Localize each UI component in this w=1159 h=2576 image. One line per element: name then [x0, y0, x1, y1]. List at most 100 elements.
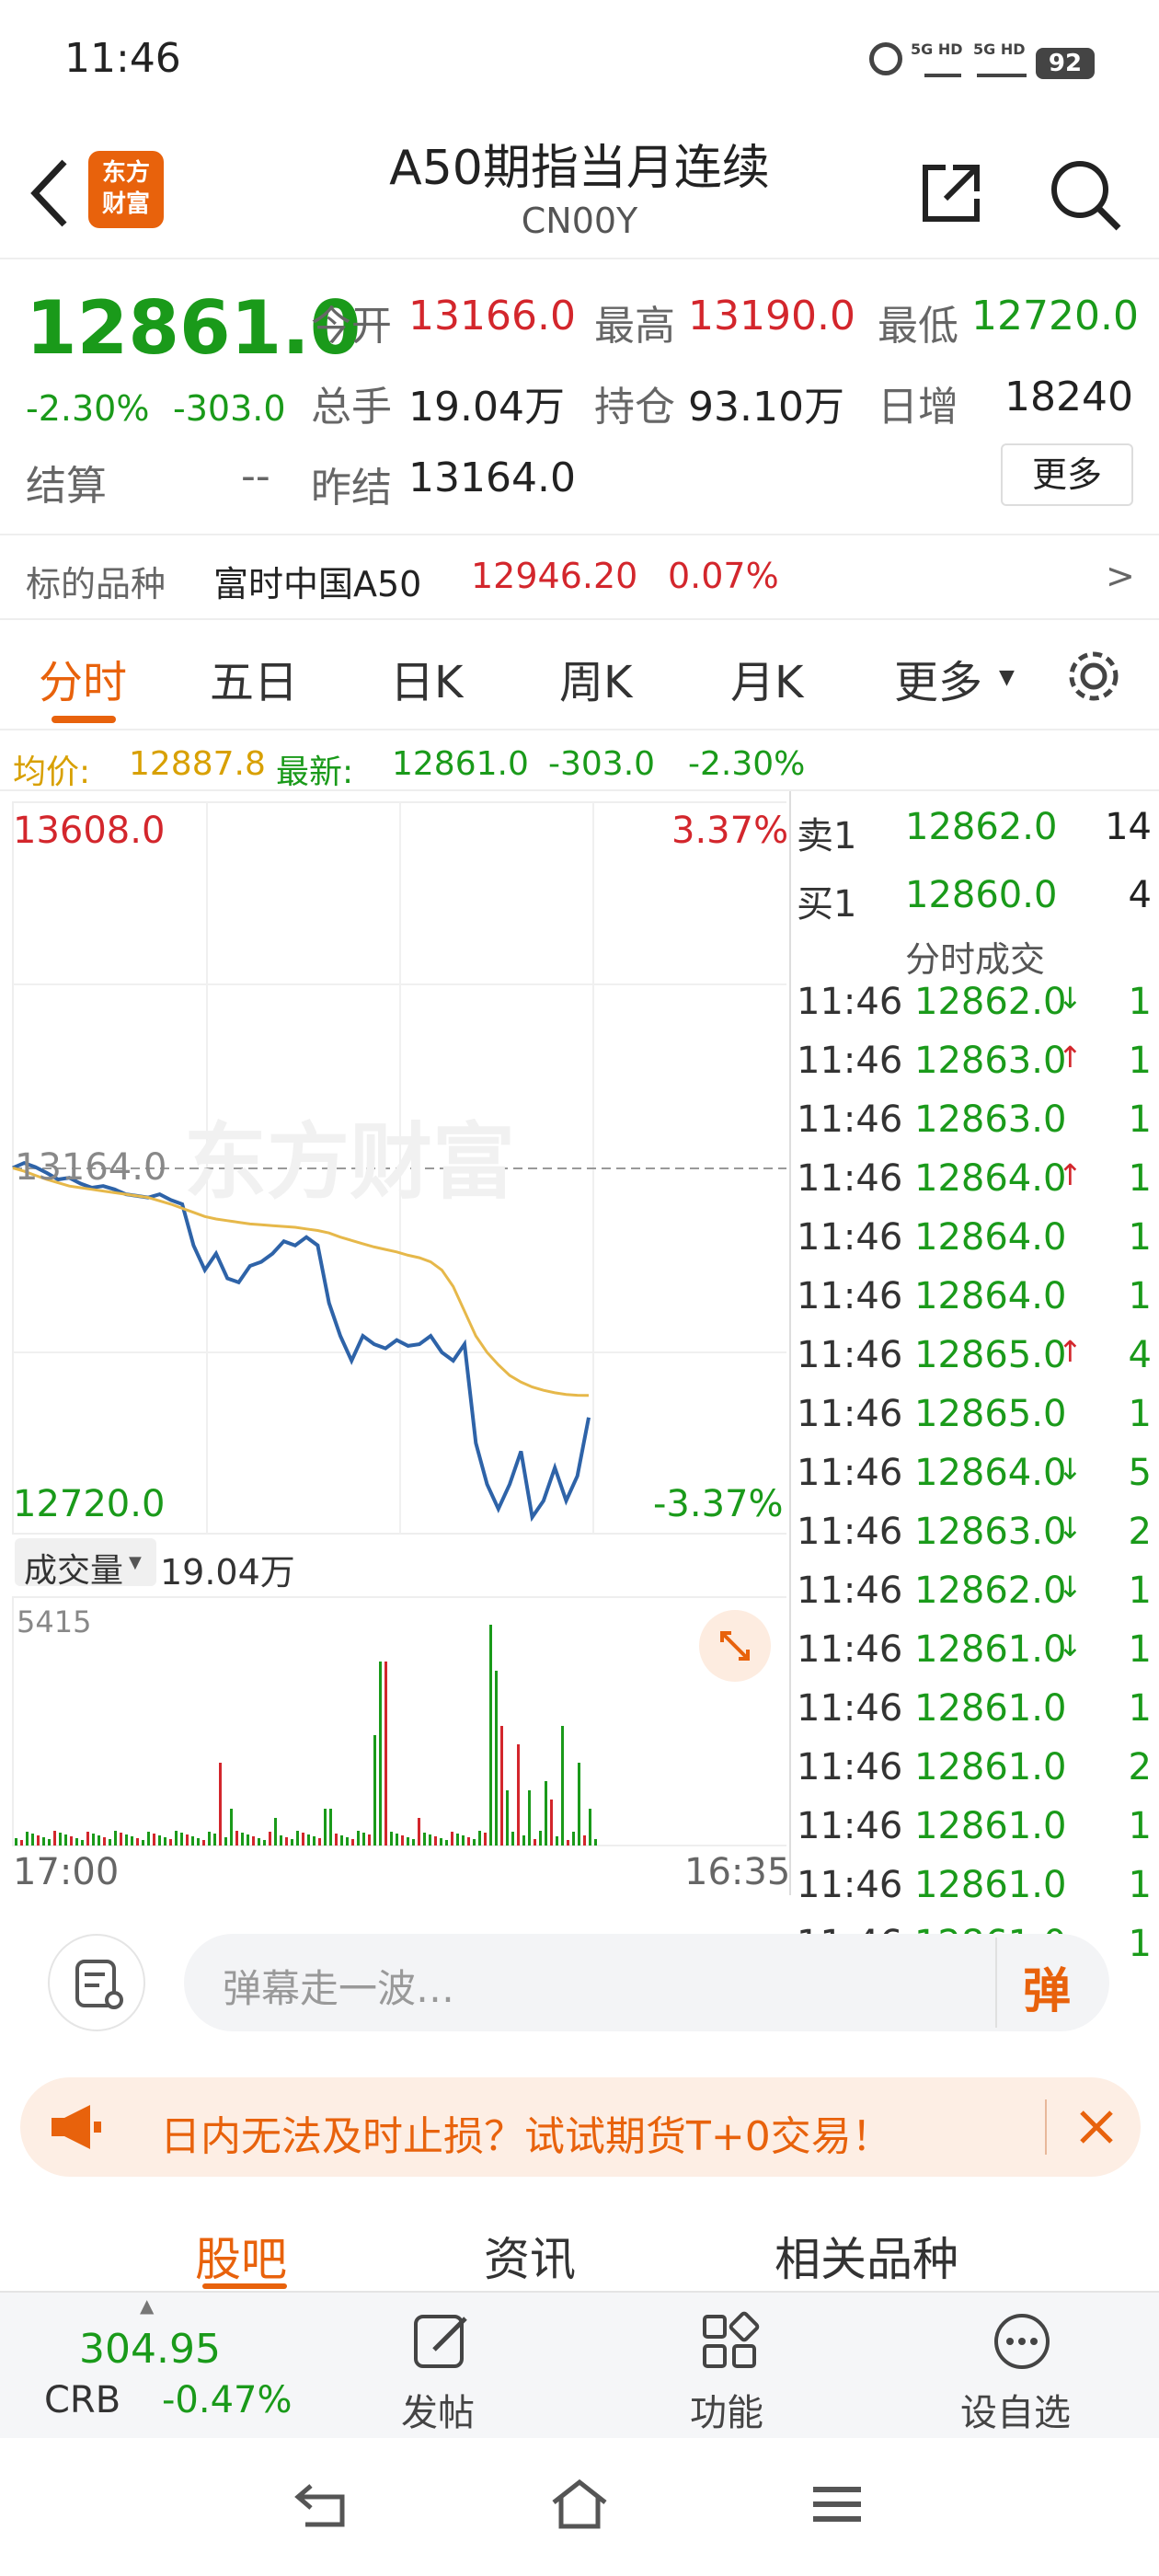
back-icon[interactable]	[28, 156, 70, 230]
volume-bar	[15, 1838, 17, 1846]
volume-bar	[120, 1833, 122, 1846]
prev-settle-value: 13164.0	[408, 454, 576, 501]
volume-bar	[495, 1671, 498, 1846]
trade-row: 11:46 12863.0 ↓ 2	[791, 1511, 1159, 1562]
nav-back-icon[interactable]	[293, 2478, 351, 2530]
volume-bar	[545, 1781, 547, 1846]
volume-bar	[594, 1839, 597, 1846]
volume-bar	[396, 1834, 398, 1846]
trade-row: 11:46 12865.0 1	[791, 1393, 1159, 1444]
tab-weekly-k[interactable]: 周K	[559, 646, 632, 710]
functions-label: 功能	[690, 2392, 763, 2434]
promo-divider	[1045, 2099, 1047, 2155]
volume-bar	[296, 1831, 299, 1846]
note-icon	[75, 1960, 123, 2009]
crb-pct: -0.47%	[162, 2379, 293, 2421]
change-pct: -2.30%	[26, 388, 150, 429]
trade-volume: 4	[1128, 1334, 1152, 1376]
danmu-input[interactable]: 弹幕走一波… 弹	[184, 1934, 1109, 2031]
volume-bar	[31, 1834, 34, 1846]
volume-bar	[291, 1839, 293, 1846]
volume-bar	[59, 1833, 62, 1846]
volume-bar	[578, 1763, 580, 1846]
volume-bar	[368, 1834, 371, 1846]
trade-row: 11:46 12864.0 1	[791, 1275, 1159, 1327]
prev-settle-label: 昨结	[311, 465, 392, 512]
nav-home-icon[interactable]	[548, 2477, 611, 2532]
add-watchlist-button[interactable]: 设自选	[957, 2306, 1085, 2434]
avg-label: 均价:	[13, 753, 91, 791]
volume-bar	[147, 1832, 150, 1846]
settings-icon[interactable]	[1065, 648, 1122, 705]
y-min-pct: -3.37%	[653, 1483, 784, 1525]
volume-max-label: 5415	[17, 1604, 92, 1639]
volume-bar	[302, 1833, 304, 1846]
volume-bar	[556, 1836, 558, 1846]
trade-price: 12863.0	[914, 1511, 1067, 1553]
volume-bar	[324, 1809, 327, 1846]
share-icon[interactable]	[918, 160, 984, 226]
buy1-label: 买1	[797, 883, 857, 926]
trade-price: 12861.0	[914, 1687, 1067, 1730]
logo-line-1: 东方	[101, 159, 150, 187]
oi-change-label: 日增	[878, 384, 958, 431]
volume-bar	[285, 1837, 288, 1846]
trade-price: 12864.0	[914, 1275, 1067, 1317]
tab-forum[interactable]: 股吧	[195, 2223, 287, 2289]
trade-volume: 1	[1128, 1040, 1152, 1082]
volume-bar	[75, 1838, 78, 1846]
down-arrow-icon: ↓	[1058, 1452, 1083, 1487]
tab-intraday[interactable]: 分时	[39, 646, 127, 710]
trade-volume: 2	[1128, 1746, 1152, 1788]
chart-svg[interactable]	[0, 791, 786, 1895]
tab-more[interactable]: 更多	[894, 646, 982, 710]
tab-monthly-k[interactable]: 月K	[730, 646, 803, 710]
trade-time: 11:46	[797, 1511, 903, 1553]
tab-related[interactable]: 相关品种	[775, 2223, 958, 2289]
post-button[interactable]: 发帖	[386, 2306, 497, 2434]
danmu-button[interactable]: 弹	[1023, 1952, 1071, 2021]
trade-volume: 1	[1128, 1864, 1152, 1906]
search-icon[interactable]	[1047, 156, 1124, 234]
trade-time: 11:46	[797, 1628, 903, 1671]
nav-recents-icon[interactable]	[809, 2484, 865, 2524]
sell1-price: 12862.0	[905, 806, 1058, 848]
trade-row: 11:46 12862.0 ↓ 1	[791, 981, 1159, 1032]
more-button[interactable]: 更多	[1001, 443, 1133, 506]
oi-value: 93.10万	[688, 384, 844, 431]
tab-five-day[interactable]: 五日	[210, 646, 298, 710]
volume-bar	[511, 1832, 514, 1846]
volume-bar	[583, 1835, 586, 1846]
volume-bar	[208, 1832, 211, 1846]
expand-icon	[720, 1631, 750, 1661]
volume-bar	[258, 1838, 260, 1846]
functions-button[interactable]: 功能	[673, 2306, 784, 2434]
volume-bar	[478, 1831, 481, 1846]
volume-bar	[235, 1831, 238, 1846]
signal-icon-2	[977, 59, 1027, 77]
expand-button[interactable]	[699, 1610, 771, 1682]
volume-dropdown-label: 成交量	[24, 1552, 124, 1590]
watermark-logo: 东方财富	[184, 1114, 515, 1211]
promo-banner[interactable]: 日内无法及时止损？试试期货T+0交易！	[20, 2077, 1141, 2177]
trade-row: 11:46 12861.0 ↓ 1	[791, 1628, 1159, 1680]
crb-value[interactable]: 304.95	[79, 2326, 221, 2373]
trade-time: 11:46	[797, 981, 903, 1023]
volume-bar	[489, 1625, 492, 1846]
tab-daily-k[interactable]: 日K	[390, 646, 463, 710]
note-button[interactable]	[48, 1934, 145, 2031]
volume-bar	[169, 1839, 172, 1846]
volume-bar	[429, 1834, 431, 1846]
tab-news[interactable]: 资讯	[484, 2223, 576, 2289]
volume-dropdown[interactable]: 成交量 ▼	[15, 1538, 156, 1590]
volume-bar	[340, 1835, 343, 1846]
intraday-chart[interactable]: 13608.0 3.37% 13164.0 东方财富 12720.0 -3.37…	[0, 791, 790, 1895]
trade-price: 12863.0	[914, 1098, 1067, 1141]
underlying-row[interactable]: 标的品种 富时中国A50 12946.20 0.07% >	[0, 534, 1159, 618]
volume-total: 19.04万	[160, 1552, 295, 1593]
volume-bar	[53, 1831, 56, 1846]
trade-price: 12864.0	[914, 1157, 1067, 1200]
volume-bar	[164, 1837, 166, 1846]
close-icon[interactable]	[1078, 2109, 1115, 2145]
caret-down-icon: ▼	[999, 666, 1015, 689]
